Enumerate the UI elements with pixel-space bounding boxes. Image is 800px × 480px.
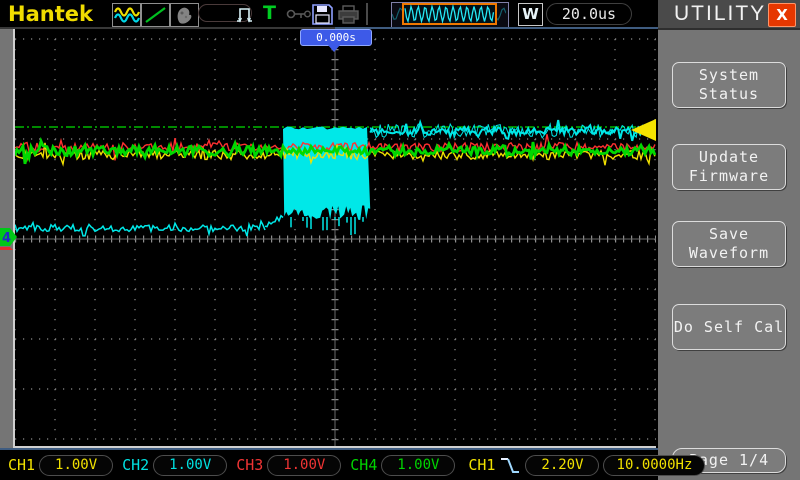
waveform-channels-icon	[112, 3, 141, 27]
hantek-logo: Hantek	[8, 2, 93, 26]
save-waveform-button[interactable]: Save Waveform	[672, 221, 786, 267]
ch1-readout: CH1 1.00V	[8, 454, 114, 476]
channel-status-bar: CH1 1.00V CH2 1.00V CH3 1.00V CH4 1.00V …	[0, 448, 706, 480]
trigger-T-indicator: T	[263, 2, 276, 24]
button-label: Save	[708, 225, 750, 243]
timebase-readout: 20.0us	[546, 3, 632, 25]
channel4-ground-marker: 4	[0, 228, 17, 250]
hand-icon	[170, 3, 199, 27]
falling-edge-icon	[501, 458, 520, 473]
ch4-scale-readout: 1.00V	[381, 454, 456, 476]
waveform-preview-window	[391, 2, 509, 28]
trigger-level-readout: 2.20V	[525, 454, 600, 476]
ch1-label: CH1	[8, 456, 36, 474]
button-label: Do Self Cal	[673, 317, 785, 336]
trigger-source-label: CH1	[468, 456, 496, 474]
trigger-position-tag: 0.000s	[300, 29, 372, 46]
trigger-readout: CH1 2.20V 10.0000Hz	[468, 453, 706, 477]
pulse-mode-icon	[237, 8, 252, 23]
print-icon	[338, 5, 359, 24]
do-self-cal-button[interactable]: Do Self Cal	[672, 304, 786, 350]
ch3-readout: CH3 1.00V	[236, 454, 342, 476]
button-label: Firmware	[688, 167, 770, 185]
button-label: System	[698, 66, 760, 84]
update-firmware-button[interactable]: Update Firmware	[672, 144, 786, 190]
ch2-scale-readout: 1.00V	[153, 454, 228, 476]
button-label: Status	[698, 85, 760, 103]
ch3-scale-readout: 1.00V	[267, 454, 342, 476]
top-toolbar: Hantek T W 20.0us	[0, 0, 658, 29]
trigger-position-pointer-icon	[328, 45, 340, 52]
window-mode-badge: W	[518, 3, 543, 26]
system-status-button[interactable]: System Status	[672, 62, 786, 108]
button-label: Waveform	[688, 244, 770, 262]
toolbar-separator	[366, 3, 368, 25]
utility-menu-panel: UTILITY X System Status Update Firmware …	[658, 0, 800, 480]
waveform-display: 0.000s	[13, 29, 656, 448]
ch2-readout: CH2 1.00V	[122, 454, 228, 476]
svg-text:4: 4	[2, 231, 11, 246]
trigger-frequency-readout: 10.0000Hz	[603, 454, 706, 476]
ch3-label: CH3	[236, 456, 264, 474]
close-icon[interactable]: X	[768, 3, 796, 27]
key-lock-icon	[286, 9, 312, 19]
save-floppy-icon	[312, 4, 333, 25]
ch4-readout: CH4 1.00V	[350, 454, 456, 476]
ch2-label: CH2	[122, 456, 150, 474]
ch4-label: CH4	[350, 456, 378, 474]
ramp-signal-icon	[141, 3, 170, 27]
oscilloscope-screen: Hantek T W 20.0us 0.000s 4 UTILITY X Sys…	[0, 0, 800, 480]
menu-title: UTILITY	[674, 2, 767, 25]
button-label: Update	[698, 148, 760, 166]
ch1-scale-readout: 1.00V	[39, 454, 114, 476]
menu-header: UTILITY X	[658, 0, 800, 30]
